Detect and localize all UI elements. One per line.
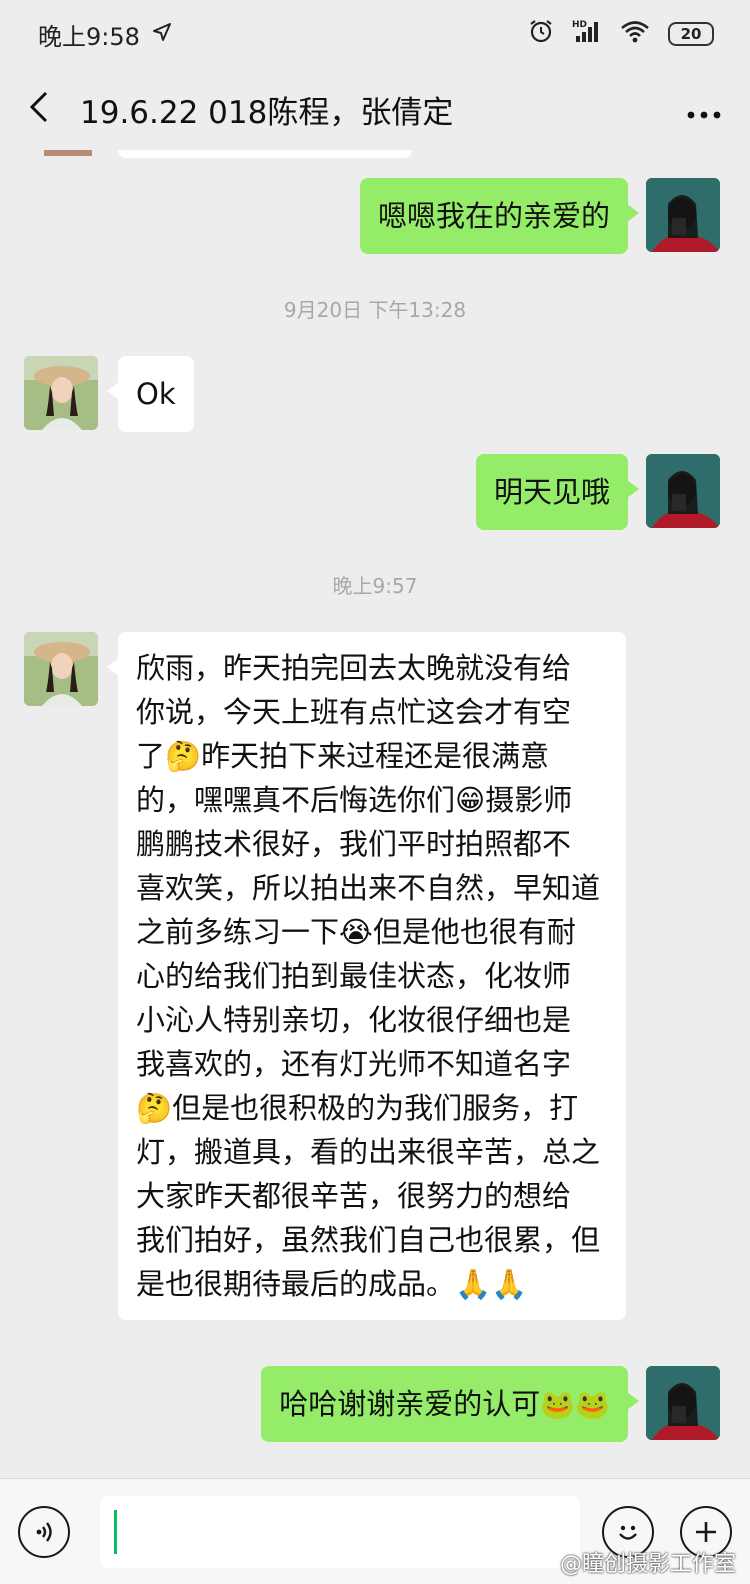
message-row: 欣雨，昨天拍完回去太晚就没有给 你说，今天上班有点忙这会才有空 了🤔昨天拍下来过… [0,632,750,1320]
avatar[interactable] [24,356,98,430]
voice-button[interactable] [18,1505,70,1558]
alarm-icon [528,18,554,50]
status-bar: 晚上9:58 HD 20 [0,0,750,68]
message-line: 之前多练习一下😭但是他也很有耐 [136,915,576,949]
message-line: 你说，今天上班有点忙这会才有空 [136,695,572,729]
back-button[interactable] [28,90,50,128]
frog-emoji: 🐸🐸 [540,1388,610,1421]
message-line: 🤔但是也很积极的为我们服务，打 [136,1091,579,1125]
avatar[interactable] [24,632,98,706]
message-line: 的，嘿嘿真不后悔选你们😁摄影师 [136,783,573,817]
voice-icon [36,1521,52,1542]
message-bubble[interactable]: 嗯嗯我在的亲爱的 [359,178,640,254]
battery-indicator: 20 [668,22,714,46]
message-line: 欣雨，昨天拍完回去太晚就没有给 [136,651,572,685]
status-left: 晚上9:58 [38,17,172,52]
message-line: 大家昨天都很辛苦，很努力的想给 [136,1179,572,1213]
message-row: Ok [0,356,750,432]
message-bubble[interactable]: Ok [107,356,194,432]
chat-header: 19.6.22 018陈程，张倩定 [0,68,750,150]
message-line: 小沁人特别亲切，化妆很仔细也是 [136,1003,572,1037]
message-bubble[interactable]: 哈哈谢谢亲爱的认可🐸🐸 [261,1366,639,1442]
message-line: 灯，搬道具，看的出来很辛苦，总之 [136,1135,601,1169]
message-list[interactable]: 嗯嗯我在的亲爱的 9月20日 下午13:28 Ok 明天见哦 晚上9:57 欣雨… [0,150,750,1478]
avatar[interactable] [646,1366,720,1440]
avatar [44,150,92,156]
timestamp: 晚上9:57 [332,574,418,598]
avatar[interactable] [646,454,720,528]
chat-title: 19.6.22 018陈程，张倩定 [80,94,454,131]
message-bubble[interactable]: 明天见哦 [475,454,640,530]
more-dots-icon [687,111,721,119]
message-line: 我们拍好，虽然我们自己也很累，但 [136,1223,601,1257]
message-bubble[interactable]: 欣雨，昨天拍完回去太晚就没有给 你说，今天上班有点忙这会才有空 了🤔昨天拍下来过… [107,632,626,1320]
message-row: 哈哈谢谢亲爱的认可🐸🐸 [0,1366,750,1442]
more-button[interactable] [686,90,722,128]
message-bubble-partial [118,150,412,158]
plus-circle-icon [696,1521,716,1542]
message-row: 嗯嗯我在的亲爱的 [0,178,750,254]
watermark: @瞳创摄影工作室 [559,1552,736,1577]
hd-signal-icon: HD [572,18,602,50]
location-arrow-icon [152,20,172,48]
message-line: 鹏鹏技术很好，我们平时拍照都不 [136,827,572,861]
status-right: HD 20 [528,18,714,50]
wifi-icon [620,19,650,49]
message-row: 明天见哦 [0,454,750,530]
message-input[interactable] [100,1495,580,1568]
message-line: 我喜欢的，还有灯光师不知道名字 [136,1047,572,1081]
avatar[interactable] [646,178,720,252]
emoji-smile-icon [619,1525,637,1540]
message-line: 喜欢笑，所以拍出来不自然，早知道 [136,871,601,905]
message-line: 了🤔昨天拍下来过程还是很满意 [136,739,550,773]
message-line: 是也很期待最后的成品。🙏🙏 [136,1267,528,1301]
timestamp: 9月20日 下午13:28 [283,298,467,322]
message-text: 哈哈谢谢亲爱的认可 [279,1387,541,1421]
chevron-left-icon [29,91,48,123]
text-caret [114,1509,117,1554]
svg-text:HD: HD [572,20,587,30]
message-line: 心的给我们拍到最佳状态，化妆师 [136,959,572,993]
status-time: 晚上9:58 [38,22,140,51]
